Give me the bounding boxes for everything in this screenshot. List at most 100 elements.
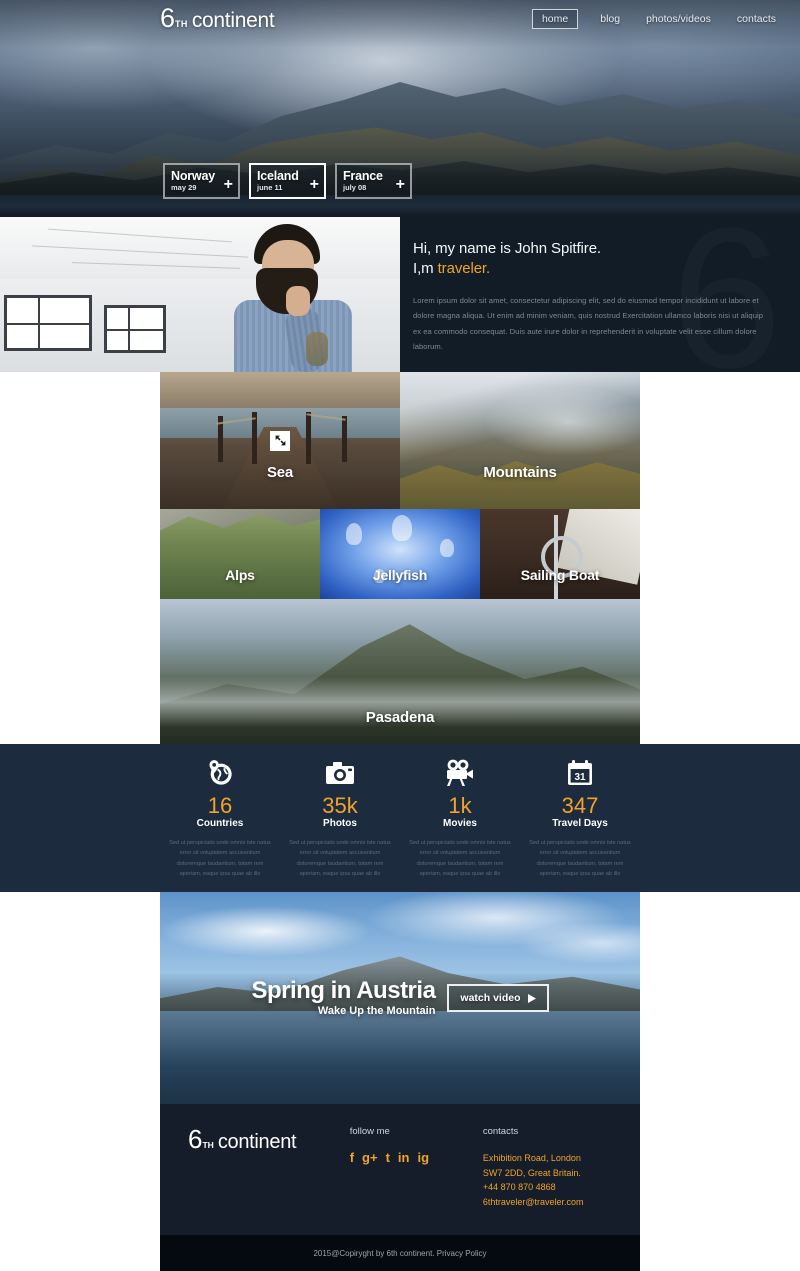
gallery-tile-alps[interactable]: Alps: [160, 509, 320, 599]
stat-number: 1k: [448, 793, 472, 818]
destination-name: Norway: [171, 169, 215, 183]
gallery-label: Mountains: [483, 464, 557, 481]
stat-description: Sed ut perspiciatis unde omnis iste natu…: [169, 840, 271, 878]
stat-movies: 1k Movies Sed ut perspiciatis unde omnis…: [400, 756, 520, 879]
copyright-text[interactable]: 2015@Copiryght by 6th continent. Privacy…: [313, 1249, 486, 1258]
stat-number: 35k: [322, 793, 358, 818]
camera-glyph: [326, 762, 354, 784]
follow-me-heading: follow me: [349, 1126, 390, 1137]
contacts-heading: contacts: [482, 1126, 519, 1137]
portrait-person: [226, 224, 356, 372]
twitter-icon[interactable]: t: [386, 1151, 390, 1164]
nav-item-home[interactable]: home: [531, 9, 579, 29]
destination-card-france[interactable]: France july 08 +: [335, 163, 412, 199]
logo-suffix: TH: [175, 19, 188, 29]
nav-item-blog[interactable]: blog: [596, 10, 624, 28]
destination-name: Iceland: [257, 169, 299, 183]
about-heading-accent: traveler.: [437, 260, 491, 278]
destination-card-iceland[interactable]: Iceland june 11 +: [249, 163, 326, 199]
site-logo[interactable]: 6 TH continent: [160, 3, 275, 33]
watch-video-button[interactable]: watch video: [447, 984, 549, 1012]
copyright-section: 2015@Copiryght by 6th continent. Privacy…: [0, 1235, 800, 1271]
top-bar: 6 TH continent home blog photos/videos c…: [0, 0, 800, 38]
video-title: Spring in Austria: [251, 977, 436, 1004]
about-paragraph: Lorem ipsum dolor sit amet, consectetur …: [413, 295, 763, 352]
svg-text:31: 31: [574, 772, 586, 783]
stat-number: 16: [207, 793, 233, 818]
page-root: 6 TH continent home blog photos/videos c…: [0, 0, 800, 1271]
stat-label: Photos: [323, 818, 357, 830]
camera-icon: [286, 756, 394, 790]
nav-item-photos-videos[interactable]: photos/videos: [642, 10, 715, 28]
video-banner[interactable]: Spring in Austria Wake Up the Mountain w…: [160, 892, 640, 1104]
destination-name: France: [343, 169, 383, 183]
gallery-label: Sailing Boat: [520, 567, 600, 583]
hero-section: 6 TH continent home blog photos/videos c…: [0, 0, 800, 217]
logo-numeral: 6: [160, 3, 175, 33]
contact-email[interactable]: 6thtraveler@traveler.com: [483, 1195, 616, 1210]
expand-icon[interactable]: [270, 430, 290, 451]
video-subtitle: Wake Up the Mountain: [317, 1005, 436, 1017]
destination-cards: Norway may 29 + Iceland june 11 + France…: [163, 163, 412, 199]
copyright-bar: 2015@Copiryght by 6th continent. Privacy…: [160, 1235, 640, 1271]
contact-address-line1: Exhibition Road, London: [482, 1153, 581, 1163]
gallery-tile-pasadena[interactable]: Pasadena: [160, 599, 640, 744]
globe-pin-icon: [166, 756, 274, 790]
gallery-section: Sea Mountains Alps Jellyfish Sailing Boa…: [0, 372, 800, 744]
stat-number: 347: [561, 793, 599, 818]
expand-arrows-glyph: [275, 435, 285, 446]
gallery-tile-sea[interactable]: Sea: [160, 372, 400, 509]
facebook-icon[interactable]: f: [350, 1151, 354, 1164]
instagram-icon[interactable]: ig: [417, 1151, 429, 1164]
stat-photos: 35k Photos Sed ut perspiciatis unde omni…: [280, 756, 400, 879]
gallery-label: Alps: [225, 567, 255, 583]
about-heading: Hi, my name is John Spitfire. I,m travel…: [413, 239, 772, 280]
stat-label: Travel Days: [552, 818, 608, 830]
main-navigation: home blog photos/videos contacts: [531, 9, 780, 29]
footer-logo[interactable]: 6 TH continent: [188, 1126, 350, 1235]
destination-card-norway[interactable]: Norway may 29 +: [163, 163, 240, 199]
google-plus-icon[interactable]: g+: [362, 1151, 378, 1164]
linkedin-icon[interactable]: in: [398, 1151, 410, 1164]
footer-logo-numeral: 6: [188, 1124, 203, 1154]
gallery-tile-mountains[interactable]: Mountains: [400, 372, 640, 509]
globe-pin-glyph: [209, 760, 232, 785]
calendar-icon: 31: [526, 756, 634, 790]
gallery-label: Pasadena: [365, 709, 435, 726]
footer-logo-suffix: TH: [202, 1140, 214, 1150]
footer: 6 TH continent follow me f g+ t in ig co…: [160, 1104, 640, 1235]
plus-icon[interactable]: +: [396, 177, 405, 193]
destination-date: may 29: [171, 183, 197, 193]
movie-camera-glyph: [447, 759, 473, 786]
gallery-tile-sailing-boat[interactable]: Sailing Boat: [480, 509, 640, 599]
about-heading-line1: Hi, my name is John Spitfire.: [413, 240, 601, 257]
stat-travel-days: 31 347 Travel Days Sed ut perspiciatis u…: [520, 756, 640, 879]
contact-phone[interactable]: +44 870 870 4868: [483, 1180, 616, 1195]
movie-camera-icon: [406, 756, 514, 790]
about-photo: [0, 217, 400, 372]
gallery-label: Jellyfish: [372, 567, 428, 583]
footer-logo-word: continent: [217, 1131, 297, 1153]
logo-word: continent: [191, 9, 275, 32]
about-heading-line2: I,m: [413, 260, 438, 278]
nav-item-contacts[interactable]: contacts: [733, 10, 780, 28]
footer-section: 6 TH continent follow me f g+ t in ig co…: [0, 1104, 800, 1235]
window-right: [104, 305, 166, 353]
gallery-label: Sea: [266, 464, 294, 481]
video-section: Spring in Austria Wake Up the Mountain w…: [0, 892, 800, 1104]
about-section: 6 Hi, my name is John Spitfire. I,m trav…: [0, 217, 800, 372]
plus-icon[interactable]: +: [224, 177, 233, 193]
stat-description: Sed ut perspiciatis unde omnis iste natu…: [529, 840, 631, 878]
stat-description: Sed ut perspiciatis unde omnis iste natu…: [289, 840, 391, 878]
plus-icon[interactable]: +: [310, 177, 319, 193]
destination-date: july 08: [343, 183, 367, 193]
social-links: f g+ t in ig: [350, 1151, 483, 1164]
contact-details: Exhibition Road, London SW7 2DD, Great B…: [483, 1151, 616, 1209]
destination-date: june 11: [257, 183, 283, 193]
calendar-glyph: 31: [568, 760, 592, 785]
stat-countries: 16 Countries Sed ut perspiciatis unde om…: [160, 756, 280, 879]
play-arrow-icon: [527, 993, 536, 1003]
video-overlay: Spring in Austria Wake Up the Mountain w…: [160, 892, 640, 1104]
gallery-tile-jellyfish[interactable]: Jellyfish: [320, 509, 480, 599]
watch-video-label: watch video: [460, 992, 521, 1004]
